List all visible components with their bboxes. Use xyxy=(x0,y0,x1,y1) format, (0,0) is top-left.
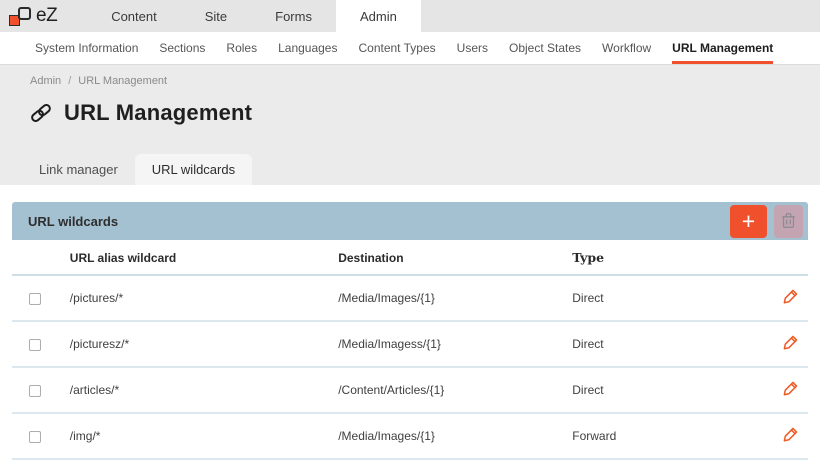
table-row: /img/* /Media/Images/{1} Forward xyxy=(12,413,808,459)
cell-destination: /Media/Imagess/{1} xyxy=(338,321,572,367)
panel-title: URL wildcards xyxy=(28,214,730,229)
ez-logo[interactable]: eZ xyxy=(0,0,63,32)
row-checkbox[interactable] xyxy=(29,339,41,351)
add-wildcard-button[interactable]: + xyxy=(730,205,767,238)
subnav-sections[interactable]: Sections xyxy=(159,32,205,64)
table-row: /pictures/* /Media/Images/{1} Direct xyxy=(12,275,808,321)
pencil-icon xyxy=(782,380,799,400)
top-bar: eZ Content Site Forms Admin xyxy=(0,0,820,32)
subnav-content-types[interactable]: Content Types xyxy=(358,32,435,64)
breadcrumb: Admin / URL Management xyxy=(0,75,820,87)
ez-logo-text: eZ xyxy=(36,5,57,27)
header-edit-cell xyxy=(771,240,808,275)
cell-wildcard: /pictures/* xyxy=(70,275,338,321)
pencil-icon xyxy=(782,288,799,308)
cell-type: Direct xyxy=(572,321,771,367)
page-title: URL Management xyxy=(64,100,252,126)
link-icon xyxy=(28,101,54,125)
cell-wildcard: /picturesz/* xyxy=(70,321,338,367)
edit-button[interactable] xyxy=(782,288,799,308)
header-checkbox-cell xyxy=(12,240,70,275)
subnav-system-information[interactable]: System Information xyxy=(35,32,138,64)
subnav-languages[interactable]: Languages xyxy=(278,32,337,64)
table-row: /articles/* /Content/Articles/{1} Direct xyxy=(12,367,808,413)
pencil-icon xyxy=(782,334,799,354)
delete-wildcard-button[interactable] xyxy=(774,205,803,238)
header-url-alias-wildcard: URL alias wildcard xyxy=(70,240,338,275)
cell-type: Forward xyxy=(572,413,771,459)
table-header-row: URL alias wildcard Destination Type xyxy=(12,240,808,275)
subnav-object-states[interactable]: Object States xyxy=(509,32,581,64)
breadcrumb-url-management: URL Management xyxy=(78,75,167,87)
page-header: Admin / URL Management URL Management Li… xyxy=(0,65,820,185)
trash-icon xyxy=(780,211,797,232)
content-area: URL wildcards + URL alias wildcard Desti… xyxy=(0,185,820,460)
breadcrumb-separator: / xyxy=(68,75,71,87)
top-nav-admin[interactable]: Admin xyxy=(336,0,421,32)
tab-url-wildcards[interactable]: URL wildcards xyxy=(135,154,252,185)
url-wildcards-table: URL alias wildcard Destination Type /pic… xyxy=(12,240,808,460)
cell-destination: /Content/Articles/{1} xyxy=(338,367,572,413)
top-nav-content[interactable]: Content xyxy=(87,0,181,32)
edit-button[interactable] xyxy=(782,380,799,400)
cell-destination: /Media/Images/{1} xyxy=(338,275,572,321)
cell-destination: /Media/Images/{1} xyxy=(338,413,572,459)
admin-sub-nav: System Information Sections Roles Langua… xyxy=(0,32,820,65)
top-nav: Content Site Forms Admin xyxy=(87,0,421,32)
breadcrumb-admin[interactable]: Admin xyxy=(30,75,61,87)
edit-button[interactable] xyxy=(782,426,799,446)
edit-button[interactable] xyxy=(782,334,799,354)
top-nav-forms[interactable]: Forms xyxy=(251,0,336,32)
subnav-users[interactable]: Users xyxy=(457,32,488,64)
ez-logo-icon xyxy=(9,5,31,28)
header-destination: Destination xyxy=(338,240,572,275)
cell-type: Direct xyxy=(572,275,771,321)
cell-wildcard: /img/* xyxy=(70,413,338,459)
tab-row: Link manager URL wildcards xyxy=(0,154,820,185)
subnav-url-management[interactable]: URL Management xyxy=(672,32,773,64)
row-checkbox[interactable] xyxy=(29,293,41,305)
title-row: URL Management xyxy=(0,100,820,126)
header-type: Type xyxy=(572,240,771,275)
top-nav-site[interactable]: Site xyxy=(181,0,251,32)
pencil-icon xyxy=(782,426,799,446)
plus-icon: + xyxy=(742,210,755,233)
url-wildcards-panel-header: URL wildcards + xyxy=(12,202,808,240)
tab-link-manager[interactable]: Link manager xyxy=(22,154,135,185)
subnav-roles[interactable]: Roles xyxy=(226,32,257,64)
subnav-workflow[interactable]: Workflow xyxy=(602,32,651,64)
row-checkbox[interactable] xyxy=(29,385,41,397)
cell-type: Direct xyxy=(572,367,771,413)
table-row: /picturesz/* /Media/Imagess/{1} Direct xyxy=(12,321,808,367)
cell-wildcard: /articles/* xyxy=(70,367,338,413)
row-checkbox[interactable] xyxy=(29,431,41,443)
